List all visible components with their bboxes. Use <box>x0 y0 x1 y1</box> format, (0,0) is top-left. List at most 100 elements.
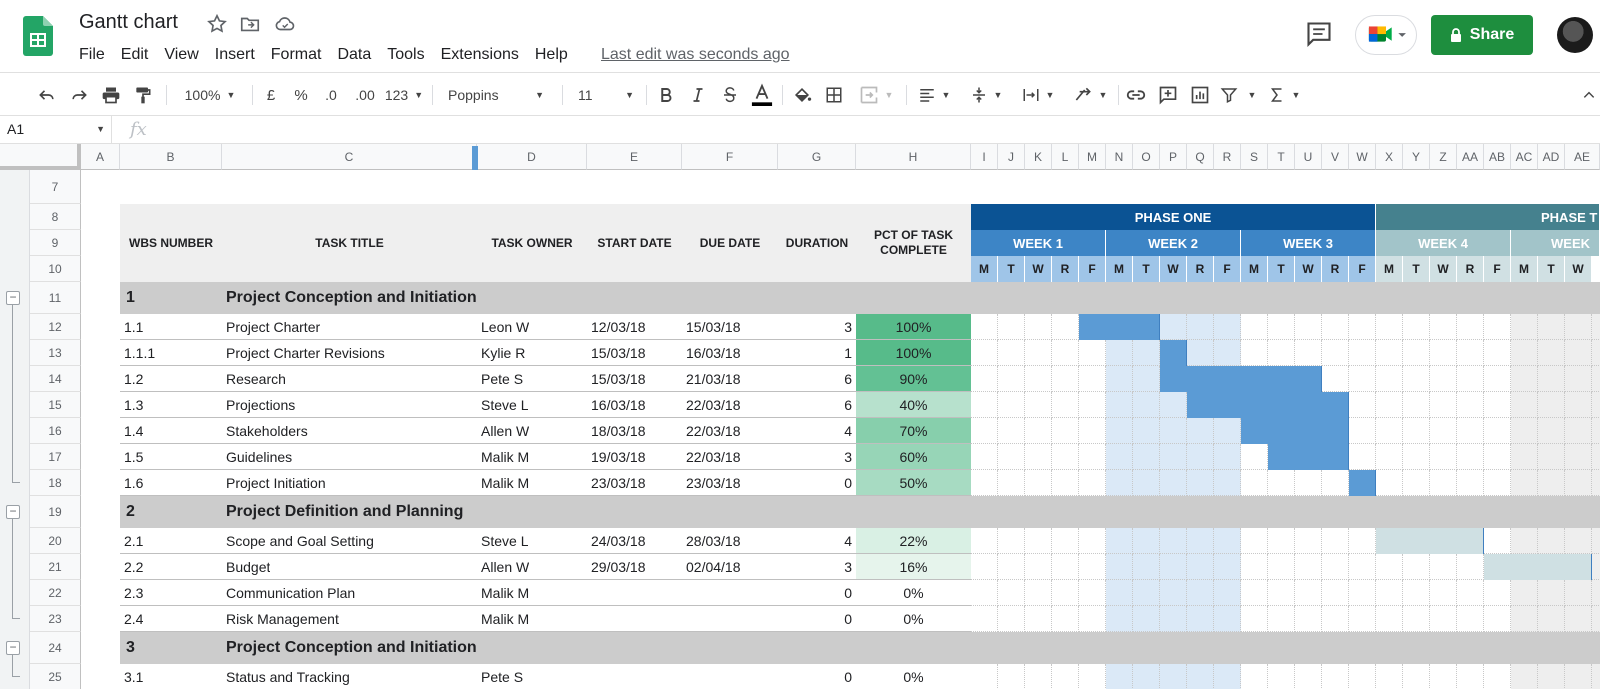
column-header-ab[interactable]: AB <box>1484 144 1511 170</box>
gantt-day-cell[interactable] <box>1565 528 1592 554</box>
gantt-day-cell[interactable] <box>1268 664 1295 689</box>
gantt-day-cell[interactable] <box>971 340 998 366</box>
gantt-day-cell[interactable] <box>971 392 998 418</box>
row-header-13[interactable]: 13 <box>30 340 81 366</box>
gantt-day-cell[interactable] <box>1268 528 1295 554</box>
wbs-number-cell[interactable]: 2.1 <box>124 528 143 554</box>
duration-cell[interactable]: 3 <box>778 554 852 580</box>
gantt-day-cell[interactable] <box>1079 606 1106 632</box>
text-rotation-select[interactable]: ▼ <box>1070 81 1110 109</box>
gantt-day-cell[interactable] <box>1268 314 1295 340</box>
gantt-day-cell[interactable] <box>1511 418 1538 444</box>
task-owner-cell[interactable]: Pete S <box>481 664 523 689</box>
fill-color-button[interactable] <box>790 81 814 109</box>
gantt-day-cell[interactable] <box>1133 606 1160 632</box>
row-header-17[interactable]: 17 <box>30 444 81 470</box>
column-header-d[interactable]: D <box>477 144 587 170</box>
gantt-day-cell[interactable] <box>1430 580 1457 606</box>
gantt-day-cell[interactable] <box>1403 314 1430 340</box>
due-date-cell[interactable]: 21/03/18 <box>686 366 741 392</box>
due-date-cell[interactable]: 23/03/18 <box>686 470 741 496</box>
task-title-cell[interactable]: Stakeholders <box>226 418 308 444</box>
gantt-day-cell[interactable] <box>1349 366 1376 392</box>
gantt-day-cell[interactable] <box>1565 314 1592 340</box>
gantt-day-cell[interactable] <box>1349 554 1376 580</box>
start-date-cell[interactable]: 23/03/18 <box>591 470 646 496</box>
gantt-day-cell[interactable] <box>1322 554 1349 580</box>
gantt-day-cell[interactable] <box>971 444 998 470</box>
gantt-bar[interactable] <box>1079 314 1160 340</box>
start-date-cell[interactable]: 16/03/18 <box>591 392 646 418</box>
gantt-day-cell[interactable] <box>1349 340 1376 366</box>
undo-button[interactable] <box>34 81 60 109</box>
gantt-day-cell[interactable] <box>1133 580 1160 606</box>
gantt-day-cell[interactable] <box>1592 664 1600 689</box>
gantt-day-cell[interactable] <box>998 606 1025 632</box>
gantt-day-cell[interactable] <box>1457 470 1484 496</box>
menu-edit[interactable]: Edit <box>113 44 157 66</box>
collapse-group-button[interactable]: − <box>6 505 20 519</box>
gantt-day-cell[interactable] <box>1295 580 1322 606</box>
duration-cell[interactable]: 4 <box>778 418 852 444</box>
insert-chart-button[interactable] <box>1188 81 1212 109</box>
merge-cells-button[interactable]: ▼ <box>856 81 896 109</box>
gantt-day-cell[interactable] <box>1025 664 1052 689</box>
start-date-cell[interactable]: 15/03/18 <box>591 340 646 366</box>
pct-complete-cell[interactable]: 60% <box>856 444 971 470</box>
row-header-10[interactable]: 10 <box>30 256 81 282</box>
gantt-day-cell[interactable] <box>1214 664 1241 689</box>
gantt-day-cell[interactable] <box>1457 314 1484 340</box>
gantt-day-cell[interactable] <box>1592 392 1600 418</box>
gantt-day-cell[interactable] <box>1376 554 1403 580</box>
gantt-day-cell[interactable] <box>1106 580 1133 606</box>
gantt-day-cell[interactable] <box>971 470 998 496</box>
gantt-day-cell[interactable] <box>1214 528 1241 554</box>
gantt-day-cell[interactable] <box>1187 418 1214 444</box>
gantt-day-cell[interactable] <box>1214 554 1241 580</box>
collapse-toolbar-button[interactable] <box>1580 81 1598 109</box>
column-header-g[interactable]: G <box>778 144 856 170</box>
account-avatar[interactable] <box>1557 17 1593 53</box>
column-header-q[interactable]: Q <box>1187 144 1214 170</box>
gantt-day-cell[interactable] <box>1538 664 1565 689</box>
gantt-day-cell[interactable] <box>1160 580 1187 606</box>
gantt-day-cell[interactable] <box>1376 606 1403 632</box>
gantt-day-cell[interactable] <box>1214 340 1241 366</box>
gantt-day-cell[interactable] <box>1187 444 1214 470</box>
gantt-day-cell[interactable] <box>1403 444 1430 470</box>
column-header-y[interactable]: Y <box>1403 144 1430 170</box>
row-header-8[interactable]: 8 <box>30 204 81 230</box>
gantt-day-cell[interactable] <box>1538 340 1565 366</box>
gantt-day-cell[interactable] <box>1592 470 1600 496</box>
meet-button[interactable] <box>1355 15 1417 55</box>
gantt-bar[interactable] <box>1160 366 1322 392</box>
wbs-number-cell[interactable]: 2.2 <box>124 554 143 580</box>
gantt-day-cell[interactable] <box>1430 664 1457 689</box>
wbs-number-cell[interactable]: 2.3 <box>124 580 143 606</box>
row-header-24[interactable]: 24 <box>30 632 81 664</box>
gantt-day-cell[interactable] <box>1214 606 1241 632</box>
gantt-day-cell[interactable] <box>1052 554 1079 580</box>
column-header-s[interactable]: S <box>1241 144 1268 170</box>
text-wrapping-select[interactable]: ▼ <box>1018 81 1058 109</box>
gantt-day-cell[interactable] <box>1538 606 1565 632</box>
gantt-day-cell[interactable] <box>1025 392 1052 418</box>
menu-file[interactable]: File <box>71 44 113 66</box>
gantt-day-cell[interactable] <box>1025 470 1052 496</box>
gantt-day-cell[interactable] <box>1349 606 1376 632</box>
gantt-day-cell[interactable] <box>971 418 998 444</box>
gantt-day-cell[interactable] <box>1160 392 1187 418</box>
gantt-day-cell[interactable] <box>1133 444 1160 470</box>
gantt-day-cell[interactable] <box>1079 418 1106 444</box>
gantt-day-cell[interactable] <box>1241 528 1268 554</box>
row-header-20[interactable]: 20 <box>30 528 81 554</box>
task-title-cell[interactable]: Project Charter Revisions <box>226 340 385 366</box>
gantt-day-cell[interactable] <box>1025 554 1052 580</box>
gantt-day-cell[interactable] <box>1295 314 1322 340</box>
gantt-day-cell[interactable] <box>1133 366 1160 392</box>
gantt-day-cell[interactable] <box>1268 340 1295 366</box>
gantt-day-cell[interactable] <box>971 366 998 392</box>
column-header-n[interactable]: N <box>1106 144 1133 170</box>
task-owner-cell[interactable]: Malik M <box>481 444 529 470</box>
row-header-21[interactable]: 21 <box>30 554 81 580</box>
